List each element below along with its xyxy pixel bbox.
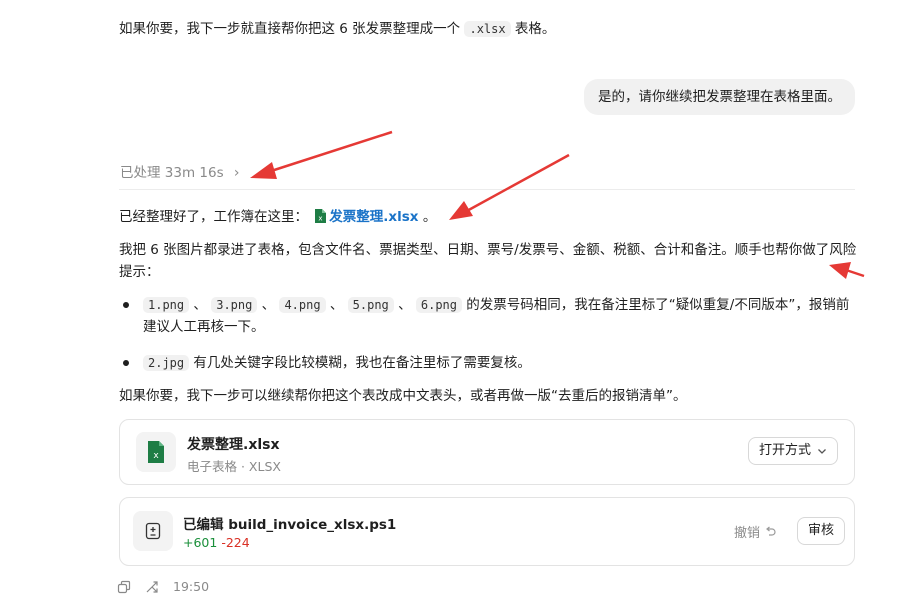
separator: 、 (257, 297, 280, 313)
svg-text:x: x (319, 215, 323, 223)
branch-icon[interactable] (145, 580, 159, 594)
lines-added: +601 (183, 535, 218, 550)
answer-summary: 我把 6 张图片都录进了表格，包含文件名、票据类型、日期、票号/发票号、金额、税… (119, 239, 864, 283)
xlsx-file-link[interactable]: x 发票整理.xlsx (312, 209, 423, 225)
user-message-text: 是的，请你继续把发票整理在表格里面。 (598, 89, 841, 105)
arrow-to-processed (250, 130, 393, 179)
previous-message-text: 如果你要，我下一步就直接帮你把这 6 张发票整理成一个 .xlsx 表格。 (119, 18, 555, 40)
file-chip: 6.png (415, 297, 462, 313)
file-card[interactable]: x 发票整理.xlsx 电子表格 · XLSX 打开方式 (119, 419, 855, 485)
answer-intro: 已经整理好了，工作簿在这里： x 发票整理.xlsx 。 (119, 206, 436, 228)
answer-intro-end: 。 (422, 209, 437, 225)
file-link-label: 发票整理.xlsx (329, 209, 419, 225)
answer-summary-text: 我把 6 张图片都录进了表格，包含文件名、票据类型、日期、票号/发票号、金额、税… (119, 242, 857, 280)
message-time: 19:50 (173, 579, 210, 594)
chevron-down-icon (818, 449, 826, 454)
edit-card: 已编辑 build_invoice_xlsx.ps1 +601 -224 撤销 … (119, 497, 855, 566)
undo-icon (766, 526, 776, 536)
copy-icon[interactable] (117, 580, 131, 594)
separator: 、 (325, 297, 348, 313)
file-chip: 3.png (211, 297, 258, 313)
processed-toggle[interactable]: 已处理 33m 16s › (120, 163, 240, 183)
list-item: 2.jpg 有几处关键字段比较模糊，我也在备注里标了需要复核。 (119, 352, 859, 374)
list-item: 1.png 、 3.png 、 4.png 、 5.png 、 6.png 的发… (119, 294, 859, 338)
separator: 、 (393, 297, 416, 313)
bullet-text: 有几处关键字段比较模糊，我也在备注里标了需要复核。 (189, 355, 531, 371)
undo-button[interactable]: 撤销 (734, 522, 776, 541)
divider (119, 189, 855, 190)
diff-stats: +601 -224 (183, 535, 250, 550)
file-card-name: 发票整理.xlsx (187, 437, 280, 453)
answer-closing-text: 如果你要，我下一步可以继续帮你把这个表改成中文表头，或者再做一版“去重后的报销清… (119, 388, 687, 404)
excel-file-icon: x (315, 209, 327, 223)
svg-text:x: x (153, 451, 159, 461)
file-chip: 1.png (143, 297, 190, 313)
xlsx-code-chip: .xlsx (464, 21, 511, 37)
lines-removed: -224 (221, 535, 250, 550)
previous-text-after: 表格。 (510, 21, 556, 37)
diff-file-icon (133, 511, 173, 551)
file-chip: 2.jpg (143, 355, 190, 371)
undo-label: 撤销 (734, 526, 761, 541)
file-chip: 4.png (279, 297, 326, 313)
processed-label: 已处理 33m 16s (120, 165, 224, 181)
review-button[interactable]: 审核 (797, 517, 846, 545)
risk-list: 1.png 、 3.png 、 4.png 、 5.png 、 6.png 的发… (119, 294, 859, 388)
previous-text-before: 如果你要，我下一步就直接帮你把这 6 张发票整理成一个 (119, 21, 465, 37)
arrow-to-file-link (449, 153, 570, 220)
spreadsheet-icon: x (136, 432, 176, 472)
file-chip: 5.png (347, 297, 394, 313)
file-card-type: 电子表格 · XLSX (187, 459, 281, 474)
separator: 、 (189, 297, 212, 313)
edit-card-title: 已编辑 build_invoice_xlsx.ps1 (183, 517, 397, 533)
message-footer: 19:50 (117, 579, 209, 594)
review-label: 审核 (808, 523, 835, 538)
open-with-label: 打开方式 (758, 443, 811, 458)
open-with-button[interactable]: 打开方式 (747, 437, 838, 465)
user-message-bubble: 是的，请你继续把发票整理在表格里面。 (584, 79, 855, 115)
answer-intro-text: 已经整理好了，工作簿在这里： (119, 209, 308, 225)
answer-closing: 如果你要，我下一步可以继续帮你把这个表改成中文表头，或者再做一版“去重后的报销清… (119, 385, 687, 407)
chevron-right-icon: › (233, 165, 240, 181)
